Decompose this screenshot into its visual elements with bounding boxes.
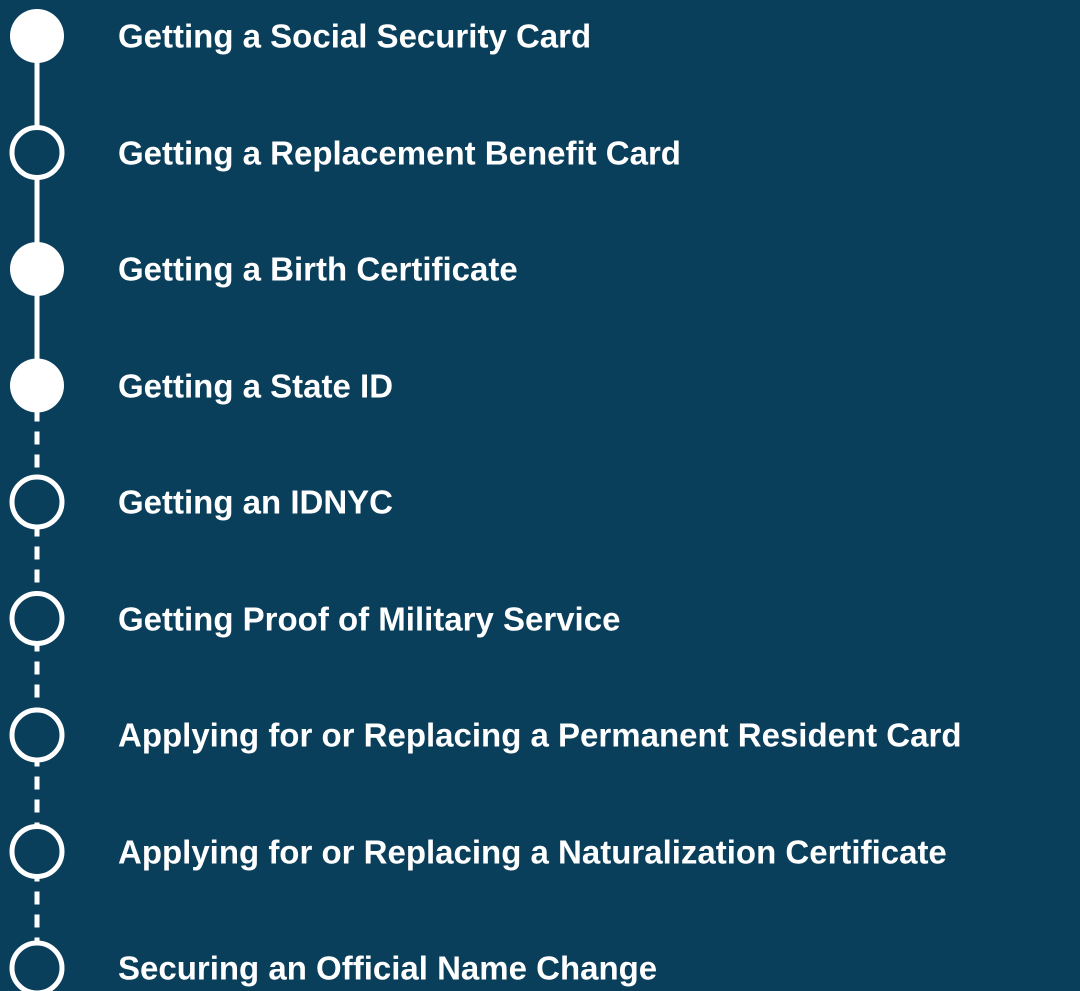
step-link[interactable]: Getting a Social Security Card: [118, 20, 591, 53]
step-link[interactable]: Applying for or Replacing a Permanent Re…: [118, 719, 961, 752]
step-completed-icon: [10, 9, 64, 63]
step-pending-icon: [9, 824, 65, 879]
document-checklist: Getting a Social Security Card Getting a …: [0, 0, 1080, 991]
step-pending-icon: [9, 707, 65, 763]
step-link[interactable]: Getting a Birth Certificate: [118, 253, 518, 286]
step-link[interactable]: Getting a State ID: [118, 369, 393, 402]
step-link[interactable]: Applying for or Replacing a Naturalizati…: [118, 835, 947, 868]
step-link[interactable]: Securing an Official Name Change: [118, 952, 657, 985]
step-link[interactable]: Getting Proof of Military Service: [118, 602, 620, 635]
step-link[interactable]: Getting a Replacement Benefit Card: [118, 136, 681, 169]
step-pending-icon: [9, 940, 65, 991]
step-link[interactable]: Getting an IDNYC: [118, 486, 393, 519]
step-pending-icon: [9, 591, 65, 646]
step-completed-icon: [10, 358, 64, 413]
step-completed-icon: [10, 242, 64, 296]
progress-track: [9, 9, 65, 991]
step-pending-icon: [9, 474, 65, 530]
step-pending-icon: [9, 125, 65, 180]
